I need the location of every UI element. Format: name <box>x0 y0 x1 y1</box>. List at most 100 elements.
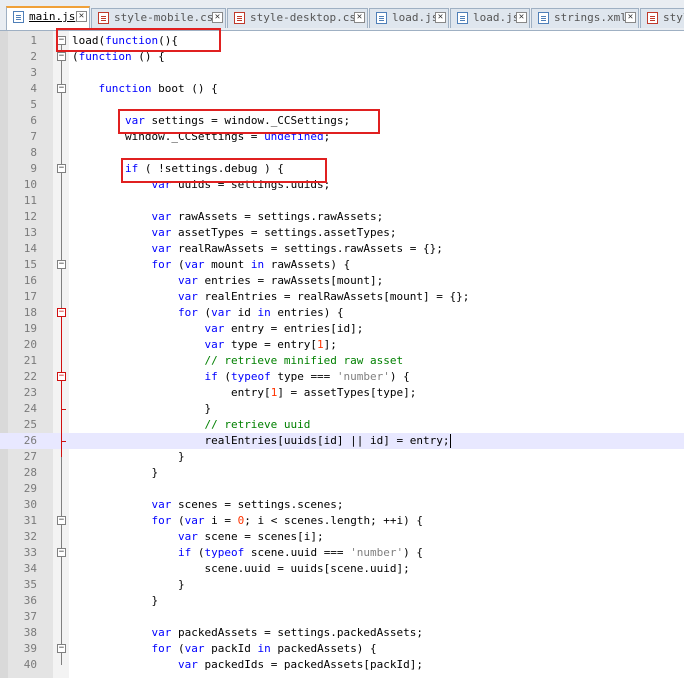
line-code[interactable]: for (var mount in rawAssets) { <box>72 257 350 273</box>
code-line[interactable]: 22 if (typeof type === 'number') { <box>0 369 684 385</box>
line-number: 17 <box>23 290 37 303</box>
line-code[interactable]: entry[1] = assetTypes[type]; <box>72 385 416 401</box>
line-code[interactable]: } <box>72 449 185 465</box>
tab-style-desktop-css[interactable]: style-desktop.css ✕ <box>227 8 368 28</box>
code-line[interactable]: 15 for (var mount in rawAssets) { <box>0 257 684 273</box>
tab-style-mobile-css[interactable]: style-mobile.css ✕ <box>91 8 226 28</box>
code-line[interactable]: 8 <box>0 145 684 161</box>
line-number: 18 <box>23 306 37 319</box>
code-line[interactable]: 23 entry[1] = assetTypes[type]; <box>0 385 684 401</box>
line-code[interactable]: } <box>72 593 158 609</box>
close-icon[interactable]: ✕ <box>435 12 446 23</box>
code-line[interactable]: 36 } <box>0 593 684 609</box>
code-line[interactable]: 24 } <box>0 401 684 417</box>
line-code[interactable]: realEntries[uuids[id] || id] = entry; <box>72 433 449 449</box>
line-code[interactable]: var assetTypes = settings.assetTypes; <box>72 225 396 241</box>
close-icon[interactable]: ✕ <box>212 12 223 23</box>
fold-toggle-icon[interactable]: − <box>57 516 66 525</box>
line-code[interactable]: for (var packId in packedAssets) { <box>72 641 376 657</box>
line-code[interactable]: var packedAssets = settings.packedAssets… <box>72 625 423 641</box>
line-code[interactable]: var entry = entries[id]; <box>72 321 363 337</box>
fold-toggle-icon[interactable]: − <box>57 84 66 93</box>
code-editor[interactable]: 1 load(function(){2 (function () {3 4 funct… <box>0 28 684 678</box>
line-number: 3 <box>30 66 37 79</box>
tab-styl[interactable]: styl <box>640 8 684 28</box>
line-code[interactable]: var type = entry[1]; <box>72 337 336 353</box>
tab-load-js[interactable]: load.js ✕ <box>369 8 449 28</box>
code-line[interactable]: 3 <box>0 65 684 81</box>
close-icon[interactable]: ✕ <box>625 12 636 23</box>
line-number: 30 <box>23 498 37 511</box>
code-line[interactable]: 12 var rawAssets = settings.rawAssets; <box>0 209 684 225</box>
fold-toggle-icon[interactable]: − <box>57 308 66 317</box>
code-line[interactable]: 38 var packedAssets = settings.packedAss… <box>0 625 684 641</box>
line-code[interactable]: var realRawAssets = settings.rawAssets =… <box>72 241 442 257</box>
code-line[interactable]: 40 var packedIds = packedAssets[packId]; <box>0 657 684 673</box>
code-line[interactable]: 9 if ( !settings.debug ) { <box>0 161 684 177</box>
code-line[interactable]: 25 // retrieve uuid <box>0 417 684 433</box>
line-code[interactable]: // retrieve uuid <box>72 417 310 433</box>
line-number: 12 <box>23 210 37 223</box>
code-line[interactable]: 32 var scene = scenes[i]; <box>0 529 684 545</box>
line-code[interactable]: if (typeof type === 'number') { <box>72 369 409 385</box>
code-line[interactable]: 39 for (var packId in packedAssets) { <box>0 641 684 657</box>
code-line[interactable]: 28 } <box>0 465 684 481</box>
close-icon[interactable]: ✕ <box>516 12 527 23</box>
line-code[interactable]: var entries = rawAssets[mount]; <box>72 273 383 289</box>
code-line[interactable]: 16 var entries = rawAssets[mount]; <box>0 273 684 289</box>
line-code[interactable]: } <box>72 465 158 481</box>
fold-toggle-icon[interactable]: − <box>57 164 66 173</box>
fold-toggle-icon[interactable]: − <box>57 260 66 269</box>
line-code[interactable]: for (var i = 0; i < scenes.length; ++i) … <box>72 513 423 529</box>
line-code[interactable]: var scene = scenes[i]; <box>72 529 324 545</box>
code-line[interactable]: 4 function boot () { <box>0 81 684 97</box>
tab-label: main.js <box>29 10 76 23</box>
code-line[interactable]: 34 scene.uuid = uuids[scene.uuid]; <box>0 561 684 577</box>
fold-toggle-icon[interactable]: − <box>57 548 66 557</box>
fold-toggle-icon[interactable]: − <box>57 644 66 653</box>
code-line[interactable]: 31 for (var i = 0; i < scenes.length; ++… <box>0 513 684 529</box>
close-icon[interactable]: ✕ <box>354 12 365 23</box>
line-code[interactable]: for (var id in entries) { <box>72 305 344 321</box>
fold-toggle-icon[interactable]: − <box>57 372 66 381</box>
annotation-box <box>121 158 327 183</box>
line-code[interactable]: function boot () { <box>72 81 218 97</box>
line-code[interactable]: var packedIds = packedAssets[packId]; <box>72 657 423 673</box>
code-line[interactable]: 19 var entry = entries[id]; <box>0 321 684 337</box>
code-line[interactable]: 27 } <box>0 449 684 465</box>
file-css-icon <box>234 12 245 24</box>
close-icon[interactable]: ✕ <box>76 11 87 22</box>
line-number: 26 <box>23 434 37 447</box>
line-code[interactable]: var realEntries = realRawAssets[mount] =… <box>72 289 469 305</box>
code-line[interactable]: 30 var scenes = settings.scenes; <box>0 497 684 513</box>
code-line[interactable]: 35 } <box>0 577 684 593</box>
code-line[interactable]: 33 if (typeof scene.uuid === 'number') { <box>0 545 684 561</box>
tab-load-js-2[interactable]: load.js ✕ <box>450 8 530 28</box>
code-line[interactable]: 13 var assetTypes = settings.assetTypes; <box>0 225 684 241</box>
code-line[interactable]: 20 var type = entry[1]; <box>0 337 684 353</box>
code-line[interactable]: 37 <box>0 609 684 625</box>
code-line[interactable]: 14 var realRawAssets = settings.rawAsset… <box>0 241 684 257</box>
line-number: 11 <box>23 194 37 207</box>
line-code[interactable]: if (typeof scene.uuid === 'number') { <box>72 545 423 561</box>
code-line[interactable]: 18 for (var id in entries) { <box>0 305 684 321</box>
code-line[interactable]: 26 realEntries[uuids[id] || id] = entry; <box>0 433 684 449</box>
line-code[interactable]: // retrieve minified raw asset <box>72 353 403 369</box>
fold-toggle-icon[interactable]: − <box>57 52 66 61</box>
line-code[interactable]: } <box>72 401 211 417</box>
line-code[interactable]: var rawAssets = settings.rawAssets; <box>72 209 383 225</box>
line-code[interactable]: } <box>72 577 185 593</box>
code-line[interactable]: 29 <box>0 481 684 497</box>
code-line[interactable]: 21 // retrieve minified raw asset <box>0 353 684 369</box>
line-number: 13 <box>23 226 37 239</box>
code-line[interactable]: 11 <box>0 193 684 209</box>
tab-label: style-mobile.css <box>114 11 220 24</box>
tab-strings-xml[interactable]: strings.xml ✕ <box>531 8 639 28</box>
line-number: 32 <box>23 530 37 543</box>
line-code[interactable]: var scenes = settings.scenes; <box>72 497 343 513</box>
tab-label: load.js <box>473 11 520 24</box>
code-line[interactable]: 17 var realEntries = realRawAssets[mount… <box>0 289 684 305</box>
line-number: 37 <box>23 610 37 623</box>
line-code[interactable]: scene.uuid = uuids[scene.uuid]; <box>72 561 409 577</box>
code-line[interactable]: 10 var uuids = settings.uuids; <box>0 177 684 193</box>
